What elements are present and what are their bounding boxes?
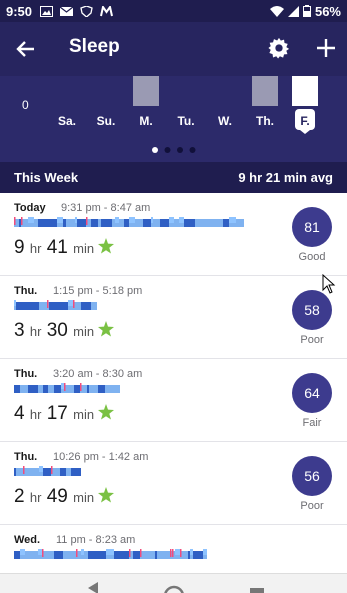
duration-hours-unit: hr	[29, 407, 42, 422]
sleep-log-row[interactable]: Thu. 10:26 pm - 1:42 am 2 hr 49 min 56 Poor	[0, 442, 347, 525]
duration-hours-unit: hr	[29, 241, 42, 256]
week-summary-average: 9 hr 21 min avg	[238, 170, 333, 185]
page-dot[interactable]	[152, 147, 158, 153]
sleep-score-rating: Poor	[300, 500, 324, 512]
duration-minutes-unit: min	[73, 490, 95, 505]
duration-minutes: 49	[46, 486, 68, 507]
mouse-cursor-icon	[322, 274, 336, 294]
selected-day-pointer	[300, 130, 310, 134]
sleep-log-row[interactable]: Wed. 11 pm - 8:23 am	[0, 525, 347, 573]
app-header: Sleep	[0, 22, 347, 76]
day-label-f[interactable]: F.	[300, 114, 309, 128]
sleep-duration: 2 hr 49 min	[14, 486, 115, 508]
sleep-log-row[interactable]: Thu. 1:15 pm - 5:18 pm 3 hr 30 min 58 Poor	[0, 276, 347, 359]
duration-hours: 2	[14, 486, 25, 507]
star-icon	[98, 321, 115, 337]
android-nav-bar	[0, 573, 347, 593]
battery-icon	[302, 5, 311, 17]
sleep-log-row[interactable]: Today 9:31 pm - 8:47 am 9 hr 41 min 81 Good	[0, 193, 347, 276]
nav-bar-svg	[88, 582, 264, 593]
log-day: Wed.	[14, 534, 41, 546]
day-label-sa[interactable]: Sa.	[58, 114, 76, 128]
mail-icon	[60, 6, 74, 16]
log-day: Today	[14, 202, 46, 214]
week-summary-label: This Week	[14, 170, 79, 185]
sleep-duration: 9 hr 41 min	[14, 237, 115, 259]
log-day: Thu.	[14, 368, 38, 380]
duration-hours: 4	[14, 403, 25, 424]
day-label-tu[interactable]: Tu.	[177, 114, 194, 128]
nav-back-icon[interactable]	[88, 582, 98, 593]
duration-hours-unit: hr	[29, 324, 42, 339]
day-label-th[interactable]: Th.	[256, 114, 274, 128]
sleep-score-rating: Fair	[302, 417, 322, 429]
duration-hours: 9	[14, 237, 25, 258]
week-summary-bar: This Week 9 hr 21 min avg	[0, 162, 347, 193]
day-label-w[interactable]: W.	[218, 114, 232, 128]
star-icon	[98, 487, 115, 503]
sleep-stage-graph	[14, 466, 81, 476]
gear-icon[interactable]	[268, 37, 290, 59]
star-icon	[98, 404, 115, 420]
back-arrow-icon[interactable]	[14, 37, 38, 61]
sleep-stage-graph	[14, 300, 97, 310]
log-time-range: 11 pm - 8:23 am	[56, 534, 136, 546]
sleep-stage-graph	[14, 383, 120, 393]
week-bar-th[interactable]	[252, 76, 278, 106]
page-dot[interactable]	[164, 147, 171, 153]
duration-minutes-unit: min	[73, 407, 95, 422]
duration-hours-unit: hr	[29, 490, 42, 505]
sleep-score-rating: Poor	[300, 334, 324, 346]
page-dot[interactable]	[177, 147, 183, 153]
sleep-score-badge[interactable]: 81	[292, 207, 332, 247]
week-bar-f[interactable]	[292, 76, 318, 106]
sleep-stage-graph	[14, 549, 207, 559]
week-bar-m[interactable]	[133, 76, 159, 106]
sleep-log-list[interactable]: Today 9:31 pm - 8:47 am 9 hr 41 min 81 Good T…	[0, 193, 347, 573]
sleep-duration: 3 hr 30 min	[14, 320, 115, 342]
duration-minutes: 30	[46, 320, 68, 341]
nav-home-icon[interactable]	[164, 585, 184, 593]
wifi-icon	[269, 5, 284, 17]
duration-minutes: 17	[46, 403, 68, 424]
battery-percent: 56%	[314, 3, 341, 19]
sleep-score-rating: Good	[298, 251, 326, 263]
day-label-m[interactable]: M.	[139, 114, 152, 128]
m-logo-icon	[100, 5, 114, 16]
day-label-su[interactable]: Su.	[97, 114, 116, 128]
log-time-range: 10:26 pm - 1:42 am	[53, 451, 149, 463]
star-icon	[98, 238, 115, 254]
sleep-duration: 4 hr 17 min	[14, 403, 115, 425]
duration-minutes-unit: min	[73, 241, 95, 256]
sleep-score-badge[interactable]: 64	[292, 373, 332, 413]
sleep-stage-graph	[14, 217, 244, 227]
sleep-score-badge[interactable]: 56	[292, 456, 332, 496]
duration-minutes-unit: min	[73, 324, 95, 339]
plus-icon[interactable]	[315, 37, 337, 59]
image-icon	[40, 5, 54, 17]
log-day: Thu.	[14, 451, 38, 463]
sleep-log-row[interactable]: Thu. 3:20 am - 8:30 am 4 hr 17 min 64 Fair	[0, 359, 347, 442]
duration-hours: 3	[14, 320, 25, 341]
duration-minutes: 41	[46, 237, 68, 258]
sleep-score-badge[interactable]: 58	[292, 290, 332, 330]
nav-recents-icon[interactable]	[250, 588, 264, 593]
status-right: 56%	[269, 3, 341, 19]
log-time-range: 3:20 am - 8:30 am	[53, 368, 143, 380]
signal-icon	[287, 5, 299, 17]
log-day: Thu.	[14, 285, 38, 297]
status-bar: 9:50 56%	[0, 0, 347, 22]
sleep-screen: 9:50 56% Sleep 0 Sa. Su. M. Tu. W. Th. F. This…	[0, 0, 347, 593]
log-time-range: 1:15 pm - 5:18 pm	[53, 285, 143, 297]
log-time-range: 9:31 pm - 8:47 am	[61, 202, 151, 214]
weekly-chart-svg: 0 Sa. Su. M. Tu. W. Th. F.	[22, 76, 318, 153]
weekly-sleep-chart[interactable]: 0 Sa. Su. M. Tu. W. Th. F.	[0, 76, 347, 162]
shield-icon	[80, 5, 93, 17]
page-title: Sleep	[69, 36, 120, 57]
axis-zero-label: 0	[22, 98, 29, 112]
status-time: 9:50	[6, 3, 33, 19]
page-dot[interactable]	[189, 147, 196, 153]
